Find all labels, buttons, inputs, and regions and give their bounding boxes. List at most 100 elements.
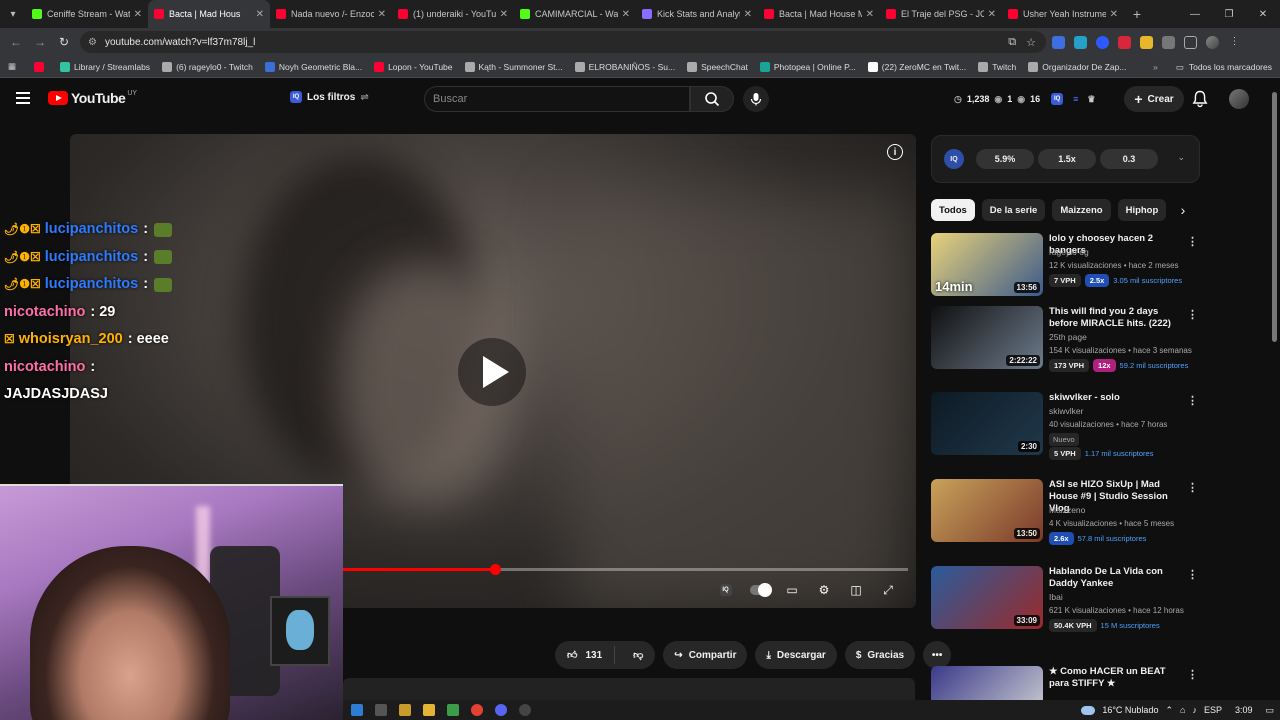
- tab-close-icon[interactable]: ✕: [988, 9, 996, 20]
- bookmark-item[interactable]: Kąth - Summoner St...: [464, 61, 563, 72]
- browser-tab[interactable]: Nada nuevo /- Enzoc ✕: [270, 0, 392, 28]
- more-actions-button[interactable]: •••: [923, 641, 952, 669]
- browser-tab[interactable]: Kick Stats and Analyt ✕: [636, 0, 758, 28]
- back-button[interactable]: ←: [4, 35, 28, 49]
- puzzle-icon[interactable]: [1162, 35, 1175, 49]
- scrubber-handle[interactable]: [489, 564, 501, 575]
- app-icon[interactable]: [447, 704, 459, 716]
- scrollbar-thumb[interactable]: [1272, 92, 1277, 342]
- browser-tab[interactable]: Bacta | Mad House M ✕: [758, 0, 880, 28]
- bookmark-item[interactable]: SpeechChat: [687, 61, 748, 72]
- bookmark-item[interactable]: ELROBANIÑOS - Su...: [574, 61, 675, 72]
- share-button[interactable]: ↪ Compartir: [663, 641, 748, 669]
- filters-button[interactable]: IQ Los filtros ⇌: [290, 91, 369, 103]
- start-icon[interactable]: [351, 704, 363, 716]
- list-icon[interactable]: ≡: [1073, 94, 1078, 104]
- tab-close-icon[interactable]: ✕: [744, 9, 752, 20]
- more-vert-icon[interactable]: ⋮: [1187, 308, 1198, 321]
- dislike-button[interactable]: 👎︎: [621, 649, 655, 661]
- create-button[interactable]: + Crear: [1124, 86, 1184, 112]
- recommended-video[interactable]: 2:22:22 This will find you 2 days before …: [931, 306, 1200, 376]
- video-title[interactable]: skiwvlker - solo: [1049, 392, 1185, 404]
- iq-player-icon[interactable]: IQ: [718, 580, 738, 600]
- recommended-video[interactable]: 2:30 skiwvlker - solo skiwvlker 40 visualiz…: [931, 392, 1200, 462]
- chevron-right-icon[interactable]: ›: [1172, 199, 1194, 221]
- page-scrollbar[interactable]: [1269, 80, 1280, 700]
- filter-chip[interactable]: Todos: [931, 199, 975, 221]
- apps-grid-icon[interactable]: ▦: [8, 61, 20, 72]
- extension-icon[interactable]: [1140, 35, 1153, 49]
- explorer-icon[interactable]: [423, 704, 435, 716]
- more-vert-icon[interactable]: ⋮: [1187, 668, 1198, 681]
- tab-close-icon[interactable]: ✕: [256, 9, 264, 20]
- video-title[interactable]: ★ Como HACER un BEAT para STIFFY ★: [1049, 666, 1185, 690]
- video-thumbnail[interactable]: 2:30: [931, 392, 1043, 455]
- app-icon[interactable]: [399, 704, 411, 716]
- network-icon[interactable]: ⌂: [1180, 705, 1185, 715]
- language-indicator[interactable]: ESP: [1204, 705, 1222, 715]
- info-icon[interactable]: i: [887, 144, 903, 160]
- bookmark-item[interactable]: (6) rageylo0 - Twitch: [162, 61, 253, 72]
- video-thumbnail[interactable]: 33:09: [931, 566, 1043, 629]
- video-thumbnail[interactable]: 13:50: [931, 479, 1043, 542]
- tab-close-icon[interactable]: ✕: [1110, 9, 1118, 20]
- recommended-video[interactable]: 33:09 Hablando De La Vida con Daddy Yanke…: [931, 566, 1200, 636]
- menu-hamburger-icon[interactable]: [16, 92, 30, 104]
- extension-icon[interactable]: [1118, 35, 1131, 49]
- chrome-icon[interactable]: [471, 704, 483, 716]
- extension-icon[interactable]: [1096, 35, 1109, 49]
- channel-name[interactable]: skiwvlker: [1049, 406, 1083, 416]
- minimize-button[interactable]: —: [1178, 9, 1212, 20]
- filter-chip[interactable]: De la serie: [981, 199, 1046, 221]
- tab-close-icon[interactable]: ✕: [378, 9, 386, 20]
- recommended-video[interactable]: 14min 13:56 lolo y choosey hacen 2 bangers…: [931, 233, 1200, 303]
- notifications-bell-icon[interactable]: [1192, 90, 1208, 113]
- more-vert-icon[interactable]: ⋮: [1187, 235, 1198, 248]
- large-play-button[interactable]: [458, 338, 526, 406]
- channel-name[interactable]: 25th page: [1049, 332, 1087, 342]
- iq-icon[interactable]: IQ: [1051, 93, 1064, 105]
- tab-close-icon[interactable]: ✕: [500, 9, 508, 20]
- thanks-button[interactable]: $ Gracias: [844, 641, 916, 669]
- close-window-button[interactable]: ✕: [1246, 9, 1280, 20]
- bookmark-item[interactable]: Organizador De Zap...: [1028, 61, 1126, 72]
- discord-icon[interactable]: [495, 704, 507, 716]
- site-info-icon[interactable]: ⚙: [88, 37, 97, 48]
- search-input[interactable]: Buscar: [424, 86, 690, 112]
- extension-icon[interactable]: [1052, 35, 1065, 49]
- bookmark-item[interactable]: Twitch: [978, 61, 1016, 72]
- more-bookmarks-icon[interactable]: »: [1153, 62, 1158, 72]
- like-button[interactable]: 👍︎ 131: [555, 646, 616, 664]
- profile-avatar-icon[interactable]: [1206, 35, 1219, 49]
- subtitles-icon[interactable]: ▭: [782, 580, 802, 600]
- channel-name[interactable]: Ibai: [1049, 592, 1063, 602]
- weather-text[interactable]: 16°C Nublado: [1102, 705, 1158, 715]
- voice-search-button[interactable]: [743, 86, 769, 112]
- restore-button[interactable]: ❐: [1212, 9, 1246, 20]
- filter-chip[interactable]: Hiphop: [1117, 199, 1167, 221]
- video-title[interactable]: This will find you 2 days before MIRACLE…: [1049, 306, 1185, 330]
- forward-button[interactable]: →: [28, 35, 52, 49]
- browser-tab[interactable]: Ceniffe Stream - Watc ✕: [26, 0, 148, 28]
- extension-icon[interactable]: [1074, 35, 1087, 49]
- more-vert-icon[interactable]: ⋮: [1187, 568, 1198, 581]
- reading-list-icon[interactable]: [1184, 35, 1197, 49]
- bookmark-star-icon[interactable]: ☆: [1026, 36, 1036, 49]
- video-progress-bar[interactable]: [342, 564, 908, 575]
- filter-chip[interactable]: Maizzeno: [1052, 199, 1111, 221]
- new-tab-button[interactable]: +: [1124, 6, 1150, 22]
- bookmark-item[interactable]: (22) ZeroMC en Twit...: [867, 61, 966, 72]
- tab-search-button[interactable]: ▾: [0, 0, 26, 28]
- trophy-icon[interactable]: ♛: [1087, 94, 1095, 105]
- cast-icon[interactable]: ⧉: [1008, 36, 1016, 49]
- channel-name[interactable]: Maizzeno: [1049, 505, 1085, 515]
- browser-tab[interactable]: CAMIMARCIAL - Wat ✕: [514, 0, 636, 28]
- address-bar[interactable]: ⚙ youtube.com/watch?v=lf37m78lj_l ⧉ ☆: [80, 31, 1046, 53]
- video-title[interactable]: Hablando De La Vida con Daddy Yankee: [1049, 566, 1185, 590]
- tray-chevron-icon[interactable]: ⌃: [1165, 705, 1173, 716]
- volume-icon[interactable]: ♪: [1192, 705, 1197, 715]
- notifications-icon[interactable]: ▭: [1265, 705, 1274, 716]
- video-thumbnail[interactable]: 2:22:22: [931, 306, 1043, 369]
- obs-icon[interactable]: [519, 704, 531, 716]
- clock-time[interactable]: 3:09: [1235, 705, 1253, 715]
